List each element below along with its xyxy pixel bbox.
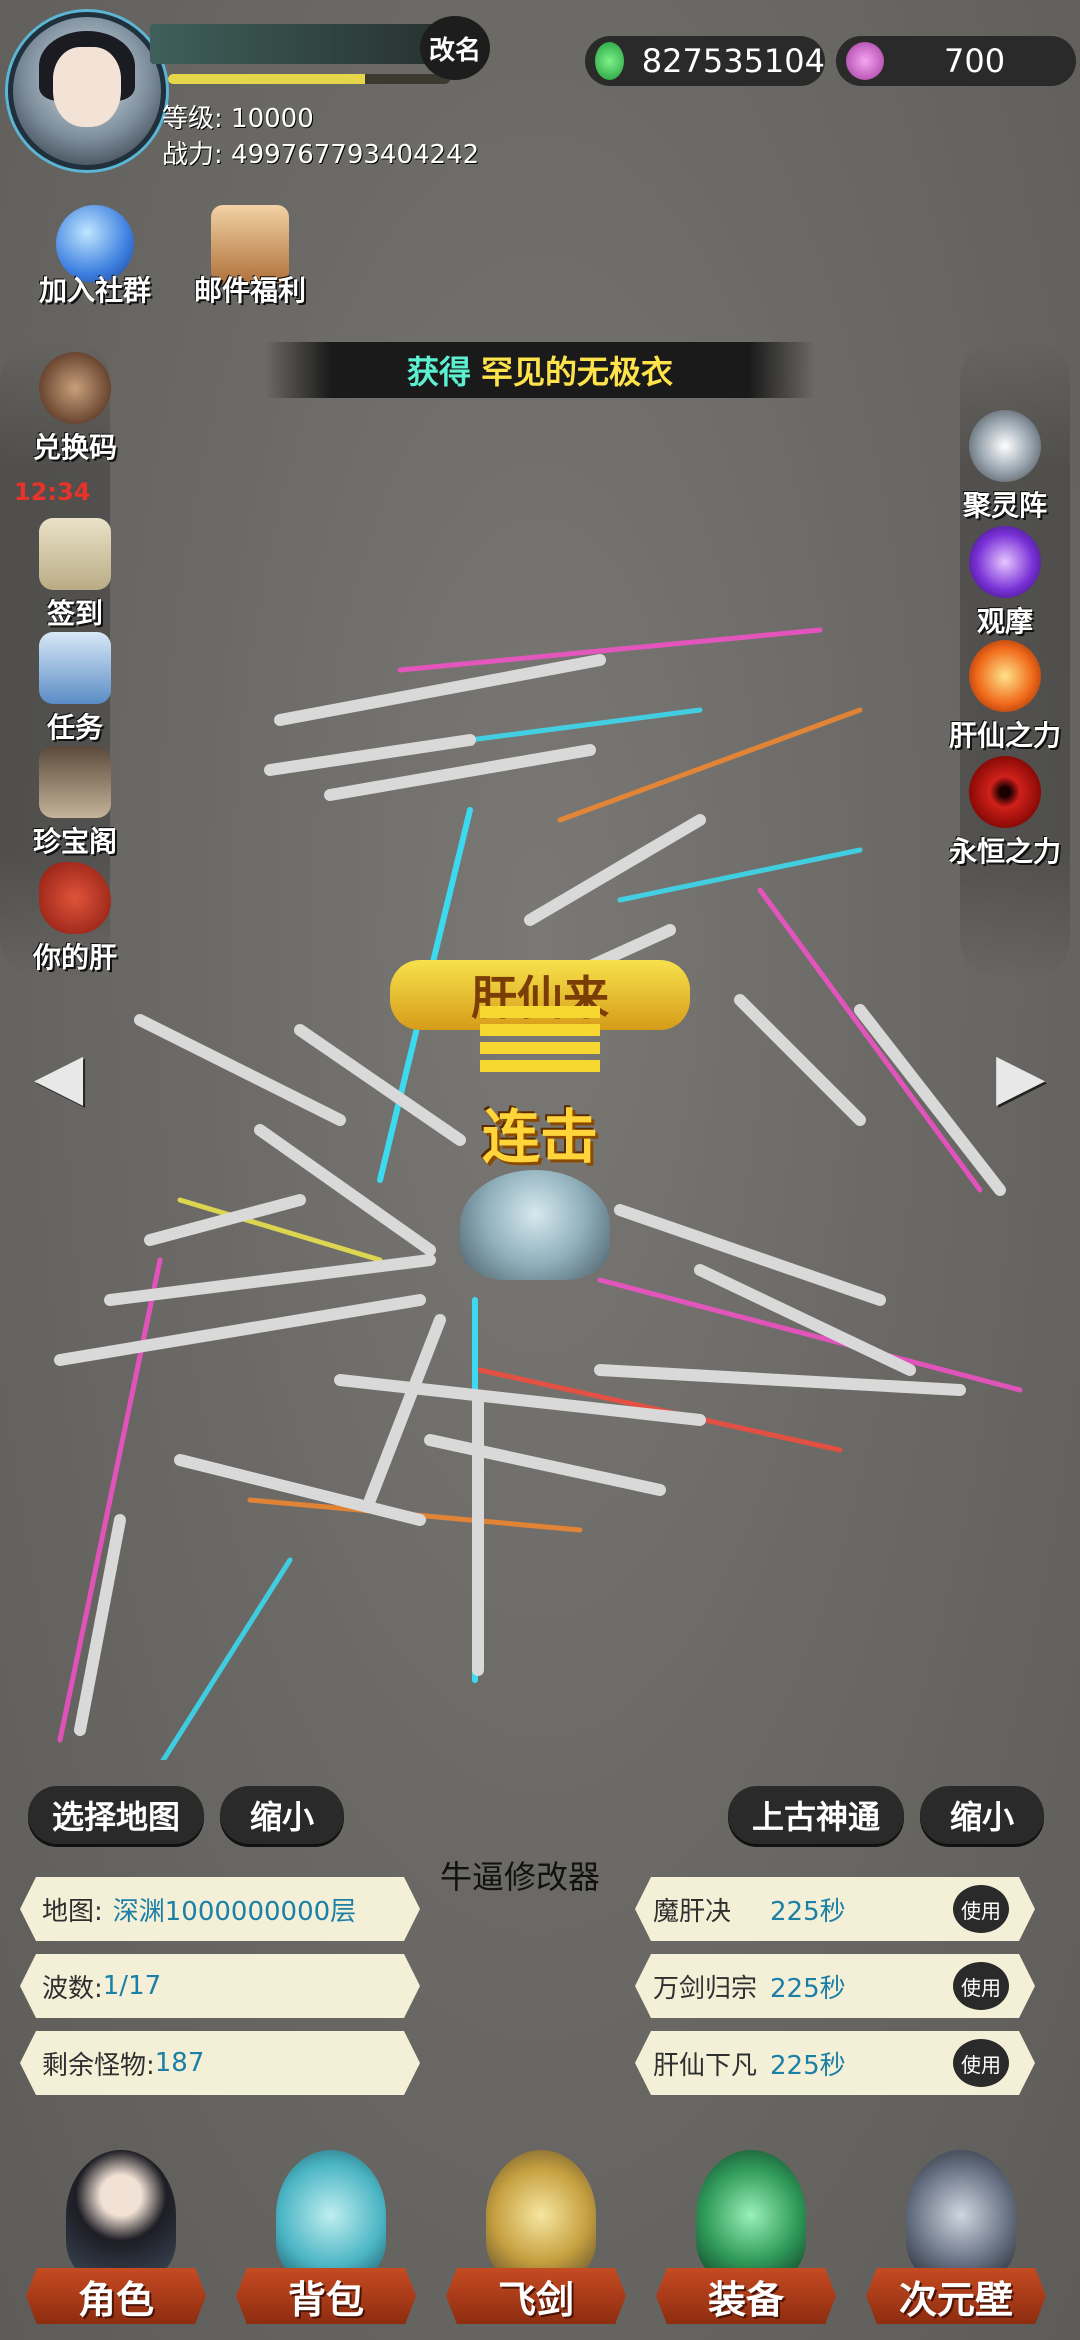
green-gem-icon (595, 42, 624, 80)
sword-trail (557, 707, 863, 823)
redeem-timer: 12:34 (14, 478, 91, 506)
nav-character-label: 角色 (26, 2268, 206, 2324)
skill-name: 肝仙下凡 (653, 2050, 758, 2081)
loot-banner: 获得 罕见的无极衣 (265, 342, 815, 398)
flying-sword (264, 734, 476, 776)
exp-bar-fill (168, 74, 366, 84)
modifier-title: 牛逼修改器 (440, 1858, 601, 1896)
player-avatar[interactable] (8, 12, 166, 170)
use-skill-button[interactable]: 使用 (953, 2039, 1009, 2087)
wave-value: 1/17 (102, 1971, 162, 2001)
skill-row: 肝仙下凡 225秒 使用 (635, 2031, 1035, 2095)
map-value: 深渊1000000000层 (112, 1896, 357, 1927)
nav-character[interactable]: 角色 (26, 2150, 216, 2340)
use-skill-button[interactable]: 使用 (953, 1885, 1009, 1933)
mail-reward-button[interactable]: 邮件福利 (180, 205, 320, 309)
join-community-label: 加入社群 (38, 274, 151, 307)
flying-sword-icon (486, 2150, 596, 2280)
redeem-code-label: 兑换码 (32, 431, 117, 464)
wave-info: 波数: 1/17 (20, 1954, 420, 2018)
monsters-info: 剩余怪物: 187 (20, 2031, 420, 2095)
sword-trail (397, 627, 823, 673)
nav-dimension-wall-label: 次元壁 (866, 2268, 1046, 2324)
combo-bar (480, 1060, 600, 1072)
skill-name: 魔肝决 (653, 1896, 732, 1927)
nav-equipment[interactable]: 装备 (656, 2150, 846, 2340)
dimension-wall-icon (906, 2150, 1016, 2280)
rename-button[interactable]: 改名 (420, 16, 490, 80)
monsters-label: 剩余怪物: (42, 2050, 155, 2081)
nav-bag-label: 背包 (236, 2268, 416, 2324)
sword-trail (617, 847, 863, 903)
sword-trail (57, 1257, 163, 1743)
player-character-sprite (460, 1170, 610, 1280)
flying-sword (854, 1004, 1006, 1196)
gem-count: 827535104 (641, 42, 825, 80)
loot-prefix: 获得 (406, 353, 471, 391)
redeem-code-button[interactable]: 兑换码 (10, 352, 140, 466)
character-icon (66, 2150, 176, 2280)
combo-hit-stack (480, 1000, 600, 1078)
skill-name: 万剑归宗 (653, 1973, 758, 2004)
skill-cooldown: 225秒 (770, 2050, 846, 2081)
combo-bar (480, 1042, 600, 1054)
sword-trail (467, 707, 703, 743)
join-community-button[interactable]: 加入社群 (30, 205, 160, 309)
name-bar (150, 24, 450, 64)
nav-equipment-label: 装备 (656, 2268, 836, 2324)
map-info: 地图: 深渊1000000000层 (20, 1877, 420, 1941)
avatar-face (53, 47, 121, 127)
flying-sword (424, 1434, 666, 1496)
sword-trail (757, 887, 983, 1193)
flying-sword (694, 1264, 916, 1376)
flying-sword (614, 1204, 886, 1306)
orb-count: 700 (944, 42, 1006, 80)
equipment-icon (696, 2150, 806, 2280)
bag-icon (276, 2150, 386, 2280)
combo-bar (480, 1024, 600, 1036)
orb-counter[interactable]: 700 (836, 36, 1076, 86)
flying-sword (364, 1314, 446, 1506)
skill-cooldown: 225秒 (770, 1973, 846, 2004)
skill-cooldown: 225秒 (770, 1896, 846, 1927)
use-skill-button[interactable]: 使用 (953, 1962, 1009, 2010)
nav-dimension-wall[interactable]: 次元壁 (866, 2150, 1056, 2340)
flying-sword (524, 814, 706, 926)
shrink-right-button[interactable]: 缩小 (920, 1786, 1044, 1844)
select-map-button[interactable]: 选择地图 (28, 1786, 204, 1844)
shrink-left-button[interactable]: 缩小 (220, 1786, 344, 1844)
map-label: 地图: (42, 1896, 103, 1927)
nav-flying-sword[interactable]: 飞剑 (446, 2150, 636, 2340)
skill-row: 万剑归宗 225秒 使用 (635, 1954, 1035, 2018)
flying-sword (334, 1374, 706, 1426)
level-text: 等级: 10000 (162, 104, 314, 134)
skill-row: 魔肝决 225秒 使用 (635, 1877, 1035, 1941)
flying-sword (144, 1194, 306, 1246)
flying-sword (274, 654, 606, 726)
power-text: 战力: 499767793404242 (162, 140, 480, 170)
monsters-value: 187 (154, 2048, 205, 2078)
mail-reward-label: 邮件福利 (193, 274, 306, 307)
spirit-array-label: 聚灵阵 (962, 489, 1047, 522)
spirit-array-button[interactable]: 聚灵阵 (935, 410, 1075, 524)
loot-item: 罕见的无极衣 (481, 353, 674, 391)
nav-bag[interactable]: 背包 (236, 2150, 426, 2340)
sword-trail (160, 1557, 293, 1760)
nav-flying-sword-label: 飞剑 (446, 2268, 626, 2324)
flying-sword (734, 994, 866, 1126)
purple-orb-currency-icon (846, 42, 884, 80)
cauldron-icon (39, 352, 111, 424)
ancient-power-button[interactable]: 上古神通 (728, 1786, 904, 1844)
exp-bar (168, 74, 450, 84)
flying-sword (294, 1024, 466, 1146)
spirit-array-icon (969, 410, 1041, 482)
gem-counter[interactable]: 827535104 (585, 36, 825, 86)
combo-bar (480, 1006, 600, 1018)
combo-label: 连击 (481, 1103, 598, 1171)
flying-sword (54, 1294, 426, 1366)
wave-label: 波数: (42, 1973, 103, 2004)
